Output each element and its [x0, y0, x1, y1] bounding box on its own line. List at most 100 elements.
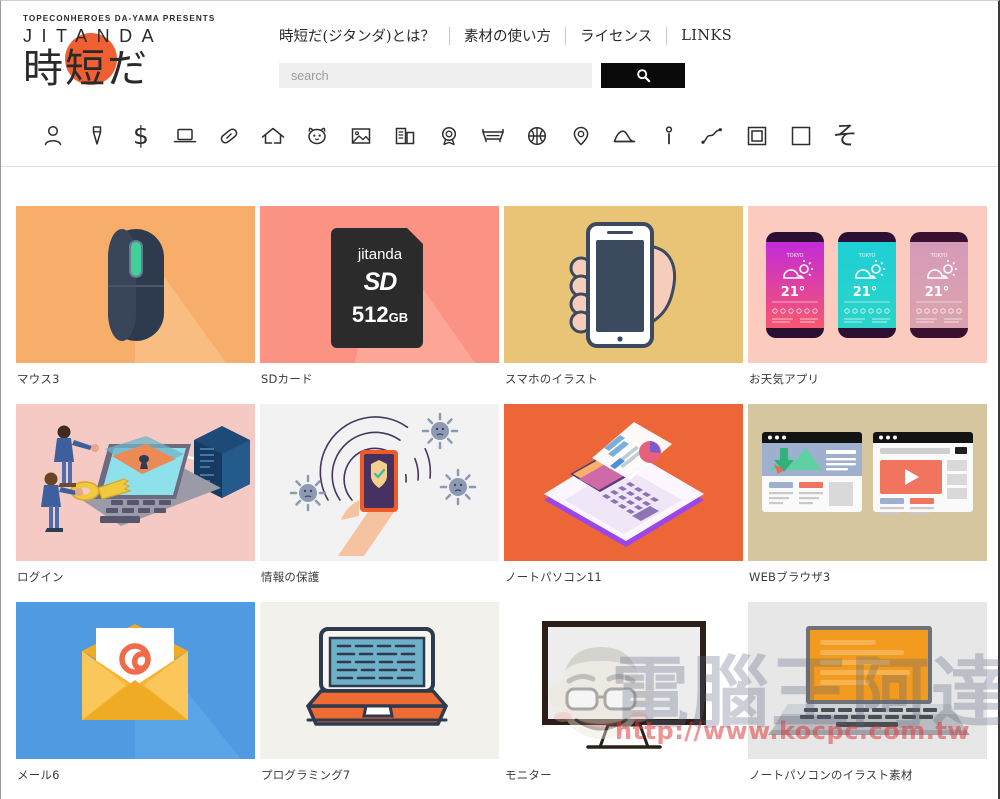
category-map[interactable] — [559, 116, 603, 156]
gallery-card[interactable]: ログイン — [16, 404, 260, 602]
svg-text:21°: 21° — [853, 285, 878, 300]
laptop-orange-illustration — [768, 626, 970, 735]
basketball-icon — [527, 126, 547, 145]
logo-japanese-text: 時短だ — [23, 46, 149, 92]
category-nature[interactable] — [603, 116, 647, 156]
svg-text:TOKYO: TOKYO — [858, 253, 876, 259]
sdcard-brand: jitanda — [357, 246, 403, 263]
weather-app-illustration: TOKYO 21° TOKYO 21° TOKYO 21° — [766, 232, 968, 338]
category-laptop[interactable] — [163, 116, 207, 156]
bench-icon — [482, 128, 504, 142]
thumbnail-weather-app[interactable]: TOKYO 21° TOKYO 21° TOKYO 21° — [748, 206, 987, 363]
category-bench[interactable] — [471, 116, 515, 156]
necktie-icon — [92, 125, 102, 145]
gallery-grid: マウス3 jitanda SD 512GB SDカード スマホのイラスト TOK… — [16, 206, 987, 799]
category-buildings[interactable] — [383, 116, 427, 156]
thumbnail-monitor[interactable] — [504, 602, 743, 759]
gallery-card[interactable]: WEBブラウザ3 — [748, 404, 992, 602]
search-input[interactable] — [279, 63, 592, 88]
category-money[interactable]: $ — [119, 116, 163, 156]
nav-item-links[interactable]: LINKS — [667, 28, 746, 44]
gallery-card[interactable]: マウス3 — [16, 206, 260, 404]
category-picture[interactable] — [339, 116, 383, 156]
category-house[interactable] — [251, 116, 295, 156]
sdcard-type: SD — [363, 268, 398, 296]
laptop-iso-illustration — [544, 422, 704, 547]
frame-double-icon — [747, 126, 767, 145]
nav-item-about[interactable]: 時短だ(ジタンダ)とは？ — [279, 25, 449, 46]
capsule-pill-icon — [220, 127, 238, 144]
gallery-card[interactable]: モニター — [504, 602, 748, 799]
gallery-card[interactable]: TOKYO 21° TOKYO 21° TOKYO 21° お天気アプリ — [748, 206, 992, 404]
laptop-icon — [173, 128, 197, 142]
monitor-illustration — [542, 621, 706, 749]
award-medal-icon — [441, 126, 457, 145]
thumbnail-programming[interactable] — [260, 602, 499, 759]
logo-latin-text: JITANDA — [23, 26, 164, 46]
category-frame-double[interactable] — [735, 116, 779, 156]
gallery-card[interactable]: 情報の保護 — [260, 404, 504, 602]
login-illustration — [41, 425, 250, 532]
gallery-card[interactable]: メール6 — [16, 602, 260, 799]
house-icon — [261, 127, 285, 144]
dollar-icon: $ — [133, 121, 149, 150]
site-header: TOPECONHEROES DA-YAMA PRESENTS JITANDA 時… — [1, 1, 998, 105]
category-info[interactable] — [647, 116, 691, 156]
site-logo[interactable]: TOPECONHEROES DA-YAMA PRESENTS JITANDA 時… — [23, 13, 223, 95]
category-person[interactable] — [31, 116, 75, 156]
card-title: 情報の保護 — [261, 570, 320, 584]
search-bar — [279, 63, 685, 88]
frame-single-icon — [791, 126, 811, 145]
picture-icon — [351, 127, 371, 144]
card-title: ログイン — [17, 570, 64, 584]
browsers-illustration — [762, 432, 973, 515]
nav-item-how-to-use[interactable]: 素材の使い方 — [450, 25, 565, 46]
programming-illustration — [306, 627, 448, 726]
thumbnail-laptop-iso[interactable] — [504, 404, 743, 561]
map-pin-icon — [573, 126, 589, 146]
gallery-card[interactable]: プログラミング7 — [260, 602, 504, 799]
security-illustration — [289, 412, 477, 556]
sdcard-size: 512 — [351, 302, 389, 327]
mail-illustration — [82, 624, 241, 759]
category-graph[interactable] — [691, 116, 735, 156]
card-title: SDカード — [261, 372, 313, 386]
gallery-card[interactable]: スマホのイラスト — [504, 206, 748, 404]
thumbnail-smartphone[interactable] — [504, 206, 743, 363]
card-title: WEBブラウザ3 — [749, 570, 831, 584]
nav-item-license[interactable]: ライセンス — [566, 25, 666, 46]
category-sports[interactable] — [515, 116, 559, 156]
thumbnail-mail[interactable] — [16, 602, 255, 759]
svg-text:21°: 21° — [925, 285, 950, 300]
card-title: プログラミング7 — [261, 768, 351, 782]
sdcard-unit: GB — [388, 310, 409, 325]
card-title: モニター — [505, 768, 552, 782]
card-title: ノートパソコンのイラスト素材 — [749, 768, 913, 782]
category-frame-single[interactable] — [779, 116, 823, 156]
mountain-icon — [613, 129, 636, 142]
thumbnail-sdcard[interactable]: jitanda SD 512GB — [260, 206, 499, 363]
search-icon — [636, 69, 650, 83]
card-title: ノートパソコン11 — [505, 570, 602, 584]
category-medicine[interactable] — [207, 116, 251, 156]
smartphone-hand-illustration — [569, 222, 677, 348]
category-other[interactable]: そ — [823, 116, 867, 156]
category-animal[interactable] — [295, 116, 339, 156]
card-title: スマホのイラスト — [505, 372, 599, 386]
person-icon — [44, 125, 62, 145]
category-necktie[interactable] — [75, 116, 119, 156]
thumbnail-security[interactable] — [260, 404, 499, 561]
mouse-illustration — [108, 229, 226, 363]
gallery-card[interactable]: ノートパソコンのイラスト素材 — [748, 602, 992, 799]
thumbnail-mouse[interactable] — [16, 206, 255, 363]
cat-face-icon — [308, 127, 326, 144]
gallery-card[interactable]: jitanda SD 512GB SDカード — [260, 206, 504, 404]
logo-tagline: TOPECONHEROES DA-YAMA PRESENTS — [23, 13, 216, 23]
thumbnail-browsers[interactable] — [748, 404, 987, 561]
category-award[interactable] — [427, 116, 471, 156]
svg-text:TOKYO: TOKYO — [930, 253, 948, 259]
thumbnail-login[interactable] — [16, 404, 255, 561]
search-button[interactable] — [601, 63, 685, 88]
gallery-card[interactable]: ノートパソコン11 — [504, 404, 748, 602]
thumbnail-laptop-orange[interactable] — [748, 602, 987, 759]
